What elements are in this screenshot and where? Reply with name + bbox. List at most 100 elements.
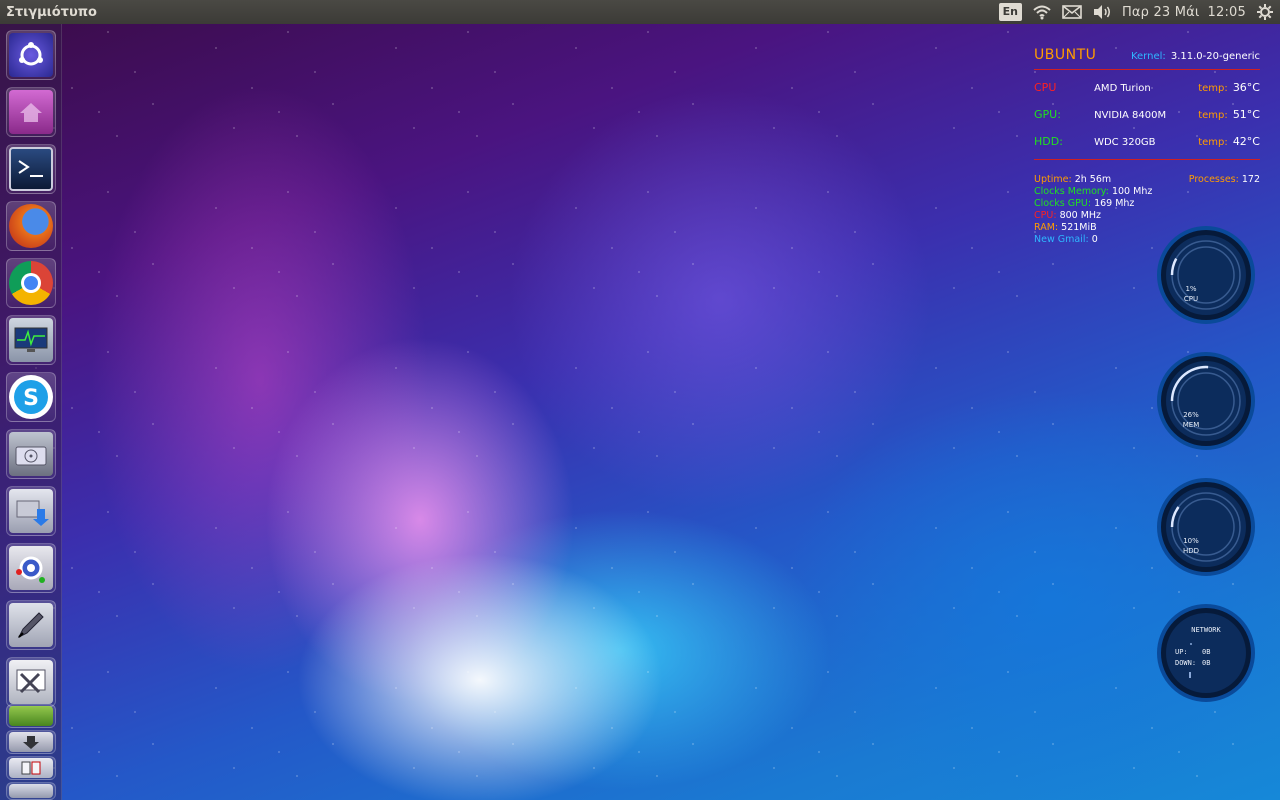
gauge-percent: 26% [1183,411,1199,419]
hw-row-hdd: HDD: WDC 320GB temp: 42°C [1034,130,1260,157]
top-panel: Στιγμιότυπο En Παρ 23 Μάι 12:05 [0,0,1280,24]
skype-icon: S [9,375,53,419]
tools-icon [9,660,53,704]
launcher-trash[interactable] [6,782,56,800]
ring-gauge-graphic [1157,352,1255,450]
conky-panel: UBUNTU Kernel: 3.11.0-20-generic CPU AMD… [1034,44,1260,246]
hw-temp-value: 42°C [1232,135,1260,148]
ring-gauge-graphic [1157,478,1255,576]
stat-cpu-freq: CPU: 800 MHz [1034,210,1260,222]
nvidia-icon [9,706,53,726]
kernel-value: 3.11.0-20-generic [1170,51,1260,62]
indicator-area: En Παρ 23 Μάι 12:05 [998,0,1274,24]
uptime-label: Uptime: [1034,174,1072,185]
stat-label: RAM: [1034,222,1059,233]
conky-divider [1034,159,1260,160]
date-label: Παρ 23 Μάι [1121,4,1200,20]
launcher-text-editor[interactable] [6,600,56,650]
clock-indicator[interactable]: Παρ 23 Μάι 12:05 [1122,0,1246,24]
launcher-home-folder[interactable] [6,87,56,137]
settings-gears-icon [9,546,53,590]
gauge-label: MEM [1182,421,1200,429]
stat-value: 169 Mhz [1094,198,1135,209]
wifi-icon[interactable] [1032,0,1052,24]
hw-temp-value: 36°C [1232,81,1260,94]
gauge-percent: 10% [1183,537,1199,545]
stat-value: 100 Mhz [1111,186,1153,197]
launcher-disk-utility[interactable] [6,429,56,479]
network-down-label: DOWN: [1175,659,1197,667]
stat-label: Clocks Memory: [1034,186,1109,197]
stat-value: 521MiB [1061,222,1097,233]
hw-temp-label: temp: [1198,137,1228,148]
launcher-installer[interactable] [6,730,56,754]
stat-label: New Gmail: [1034,234,1089,245]
stat-clocks-gpu: Clocks GPU: 169 Mhz [1034,198,1260,210]
install-icon [9,732,53,752]
launcher-nvidia-settings[interactable] [6,704,56,728]
gauge-label: CPU [1183,295,1199,303]
hw-label: GPU: [1034,108,1061,121]
launcher-terminal[interactable] [6,144,56,194]
conky-title: UBUNTU [1034,47,1097,63]
network-up-value: 0B [1202,648,1211,656]
gauge-label: HDD [1182,547,1200,555]
package-download-icon [9,489,53,533]
launcher-skype[interactable]: S [6,372,56,422]
launcher: S [0,24,62,800]
time-label: 12:05 [1207,4,1246,20]
terminal-icon [9,147,53,191]
conky-header: UBUNTU Kernel: 3.11.0-20-generic [1034,44,1260,63]
network-down-value: 0B [1202,659,1211,667]
kernel-label: Kernel: [1130,51,1166,62]
trash-icon [9,784,53,798]
gauge-percent: 1% [1185,285,1197,293]
firefox-icon [9,204,53,248]
network-title: NETWORK [1191,626,1221,634]
launcher-tools[interactable] [6,657,56,707]
stat-value: 800 MHz [1059,210,1102,221]
launcher-ubuntu-dash[interactable] [6,30,56,80]
processes-value: 172 [1241,174,1260,185]
hw-temp-value: 51°C [1232,108,1260,121]
hw-temp-label: temp: [1198,110,1228,121]
mem-gauge: 26% MEM [1156,351,1256,451]
network-gauge: NETWORK UP: 0B DOWN: 0B [1156,603,1256,703]
hdd-gauge: 10% HDD [1156,477,1256,577]
volume-icon[interactable] [1092,0,1112,24]
hw-temp-label: temp: [1198,83,1228,94]
system-monitor-icon [9,318,53,362]
launcher-software-updater[interactable] [6,486,56,536]
stat-label: Clocks GPU: [1034,198,1092,209]
cpu-gauge: 1% CPU [1156,225,1256,325]
keyboard-layout-label: En [998,3,1022,21]
home-folder-icon [9,90,53,134]
hw-label: CPU [1034,81,1057,94]
mail-icon[interactable] [1062,0,1082,24]
ubuntu-logo-icon [9,33,53,77]
svg-text:S: S [23,386,39,411]
hw-row-cpu: CPU AMD Turion temp: 36°C [1034,76,1260,103]
launcher-system-monitor[interactable] [6,315,56,365]
hw-model: NVIDIA 8400M [1094,110,1167,121]
active-app-title: Στιγμιότυπο [6,4,97,20]
launcher-firefox[interactable] [6,201,56,251]
keyboard-indicator[interactable]: En [998,0,1022,24]
launcher-games[interactable] [6,756,56,780]
uptime-line: Uptime: 2h 56m Processes: 172 [1034,174,1260,186]
chrome-icon [9,261,53,305]
cards-icon [9,758,53,778]
hw-label: HDD: [1034,135,1063,148]
stat-clocks-memory: Clocks Memory: 100 Mhz [1034,186,1260,198]
uptime-value: 2h 56m [1074,174,1112,185]
session-gear-icon[interactable] [1256,0,1274,24]
pen-icon [9,603,53,647]
hw-row-gpu: GPU: NVIDIA 8400M temp: 51°C [1034,103,1260,130]
launcher-chrome[interactable] [6,258,56,308]
launcher-system-settings[interactable] [6,543,56,593]
hw-model: AMD Turion [1094,83,1151,94]
hw-model: WDC 320GB [1094,137,1156,148]
disk-icon [9,432,53,476]
ring-gauge-graphic [1157,226,1255,324]
processes-label: Processes: [1188,174,1239,185]
